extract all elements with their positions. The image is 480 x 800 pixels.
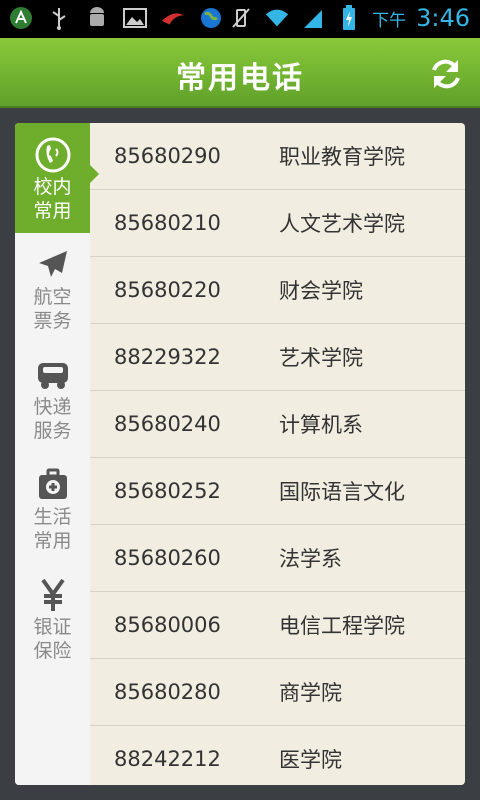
sidebar-item-campus[interactable]: 校内常用 xyxy=(15,123,99,233)
list-item[interactable]: 85680260 法学系 xyxy=(90,525,465,592)
contact-name: 人文艺术学院 xyxy=(279,212,405,236)
sidebar-item-label: 银证保险 xyxy=(33,616,72,662)
list-item[interactable]: 88242212 医学院 xyxy=(90,726,465,785)
android-debug-icon xyxy=(84,5,110,31)
notification-icon xyxy=(160,5,186,31)
phone-number: 85680252 xyxy=(114,479,221,503)
list-item[interactable]: 88229322 艺术学院 xyxy=(90,324,465,391)
phone-number: 85680290 xyxy=(114,144,221,168)
sidebar-item-airline[interactable]: 航空票务 xyxy=(15,233,90,343)
airplane-icon xyxy=(35,247,71,283)
phone-number: 85680280 xyxy=(114,680,221,704)
contact-name: 艺术学院 xyxy=(279,346,363,370)
refresh-icon xyxy=(432,59,460,89)
status-bar: 下午 3:46 xyxy=(0,0,480,38)
mute-icon xyxy=(228,5,254,31)
wifi-icon xyxy=(264,5,290,31)
battery-icon xyxy=(336,5,362,31)
clock-ampm: 下午 xyxy=(372,10,407,31)
contact-name: 医学院 xyxy=(279,748,342,772)
sidebar-item-bank[interactable]: 银证保险 xyxy=(15,563,90,673)
list-item[interactable]: 85680252 国际语言文化 xyxy=(90,458,465,525)
directory-panel: 校内常用 航空票务 快递服务 生活常用 银证保险 85680290 职业教育学院… xyxy=(15,123,465,785)
clock-time: 3:46 xyxy=(416,4,470,32)
sidebar-item-label: 校内常用 xyxy=(33,176,72,222)
yen-icon xyxy=(35,577,71,613)
sidebar-item-label: 生活常用 xyxy=(33,506,72,552)
list-item[interactable]: 85680220 财会学院 xyxy=(90,257,465,324)
signal-icon xyxy=(300,5,326,31)
contact-name: 职业教育学院 xyxy=(279,145,405,169)
status-notifications xyxy=(8,5,224,31)
medical-kit-icon xyxy=(35,467,71,503)
sidebar-item-life[interactable]: 生活常用 xyxy=(15,453,90,563)
list-item[interactable]: 85680280 商学院 xyxy=(90,659,465,726)
phone-number: 88229322 xyxy=(114,345,221,369)
android-app-icon xyxy=(8,5,34,31)
contact-name: 商学院 xyxy=(279,681,342,705)
phone-number: 85680240 xyxy=(114,412,221,436)
phone-icon xyxy=(35,137,71,173)
list-item[interactable]: 85680210 人文艺术学院 xyxy=(90,190,465,257)
delivery-truck-icon xyxy=(35,357,71,393)
contact-name: 国际语言文化 xyxy=(279,480,405,504)
phone-number: 88242212 xyxy=(114,747,221,771)
page-title: 常用电话 xyxy=(176,61,304,96)
contact-name: 计算机系 xyxy=(279,413,363,437)
category-sidebar: 校内常用 航空票务 快递服务 生活常用 银证保险 xyxy=(15,123,99,785)
sidebar-item-label: 快递服务 xyxy=(33,396,72,442)
status-system: 下午 3:46 xyxy=(228,4,470,32)
sidebar-item-courier[interactable]: 快递服务 xyxy=(15,343,90,453)
image-icon xyxy=(122,5,148,31)
phone-number: 85680260 xyxy=(114,546,221,570)
app-header: 常用电话 xyxy=(0,38,480,108)
phone-number: 85680006 xyxy=(114,613,221,637)
phone-number: 85680220 xyxy=(114,278,221,302)
contact-name: 财会学院 xyxy=(279,279,363,303)
refresh-button[interactable] xyxy=(426,54,466,94)
list-item[interactable]: 85680006 电信工程学院 xyxy=(90,592,465,659)
contact-name: 电信工程学院 xyxy=(279,614,405,638)
contact-name: 法学系 xyxy=(279,547,342,571)
usb-icon xyxy=(46,5,72,31)
list-item[interactable]: 85680290 职业教育学院 xyxy=(90,123,465,190)
phone-list: 85680290 职业教育学院 85680210 人文艺术学院 85680220 财会… xyxy=(90,123,465,785)
globe-icon xyxy=(198,5,224,31)
list-item[interactable]: 85680240 计算机系 xyxy=(90,391,465,458)
phone-number: 85680210 xyxy=(114,211,221,235)
sidebar-item-label: 航空票务 xyxy=(33,286,72,332)
